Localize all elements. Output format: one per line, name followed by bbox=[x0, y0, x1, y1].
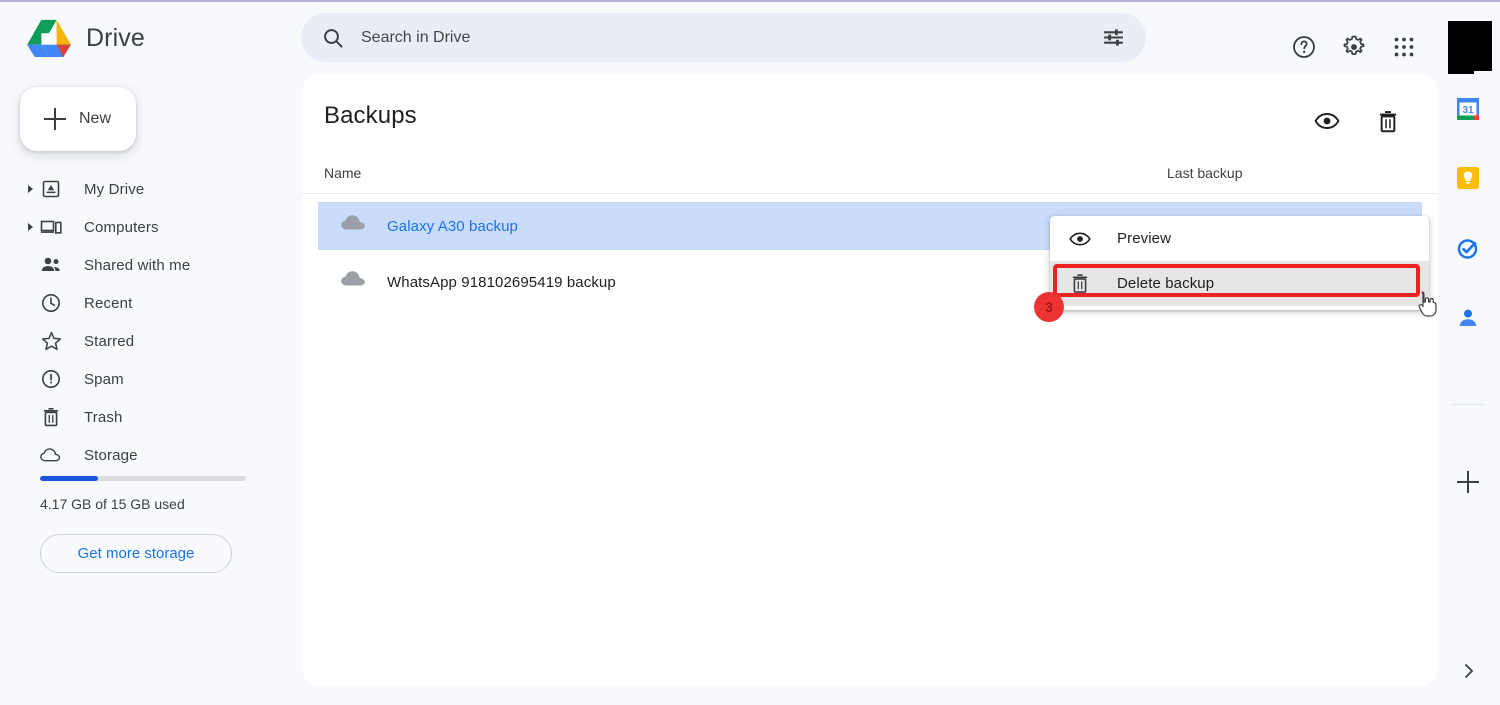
eye-icon bbox=[1069, 228, 1091, 250]
main-content-panel: Backups Name Last backup Galaxy A30 back… bbox=[302, 74, 1438, 686]
sidebar-label: Recent bbox=[84, 294, 133, 312]
chevron-right-icon[interactable] bbox=[1460, 662, 1478, 680]
sidebar-label: Spam bbox=[84, 370, 124, 388]
brand-title: Drive bbox=[86, 23, 145, 52]
google-contacts-icon[interactable] bbox=[1456, 306, 1480, 330]
annotation-step-badge: 3 bbox=[1034, 292, 1064, 322]
context-menu-label: Preview bbox=[1117, 230, 1172, 247]
sidebar-label: Computers bbox=[84, 218, 159, 236]
trash-icon bbox=[40, 406, 62, 428]
storage-bar-fill bbox=[40, 476, 98, 481]
get-more-storage-button[interactable]: Get more storage bbox=[40, 534, 232, 573]
column-header-last-backup: Last backup bbox=[1167, 165, 1243, 181]
settings-gear-icon[interactable] bbox=[1340, 33, 1368, 61]
drive-box-icon bbox=[40, 178, 62, 200]
panel-actions bbox=[1314, 108, 1401, 134]
header-divider bbox=[302, 193, 1438, 194]
google-tasks-icon[interactable] bbox=[1456, 237, 1480, 261]
exclamation-icon bbox=[40, 368, 62, 390]
right-side-rail: 31 bbox=[1438, 74, 1500, 705]
sidebar-item-storage[interactable]: Storage bbox=[0, 436, 300, 474]
google-drive-logo bbox=[27, 19, 71, 58]
context-menu-item-preview[interactable]: Preview bbox=[1050, 216, 1429, 261]
get-more-storage-label: Get more storage bbox=[77, 545, 195, 562]
sidebar-label: Shared with me bbox=[84, 256, 191, 274]
add-app-button[interactable] bbox=[1457, 471, 1479, 493]
drive-app-window: Drive New My Drive Computers Shared with… bbox=[0, 0, 1500, 705]
sidebar-item-starred[interactable]: Starred bbox=[0, 322, 300, 360]
avatar[interactable] bbox=[1448, 21, 1492, 79]
sidebar-label: My Drive bbox=[84, 180, 145, 198]
new-button-label: New bbox=[79, 110, 112, 127]
sidebar-label: Trash bbox=[84, 408, 123, 426]
storage-usage-text: 4.17 GB of 15 GB used bbox=[40, 496, 185, 512]
preview-eye-icon[interactable] bbox=[1314, 108, 1340, 134]
storage-bar-track bbox=[40, 476, 246, 481]
sidebar-item-my-drive[interactable]: My Drive bbox=[0, 170, 300, 208]
apps-grid-icon[interactable] bbox=[1390, 33, 1418, 61]
trash-icon bbox=[1069, 273, 1091, 295]
plus-icon bbox=[44, 108, 66, 130]
new-button[interactable]: New bbox=[20, 87, 136, 151]
clock-icon bbox=[40, 292, 62, 314]
column-header-name: Name bbox=[324, 165, 362, 181]
calendar-day-number: 31 bbox=[1462, 105, 1474, 116]
storage-progress-bar bbox=[40, 476, 246, 481]
context-menu: Preview Delete backup bbox=[1050, 216, 1429, 310]
sidebar-item-computers[interactable]: Computers bbox=[0, 208, 300, 246]
sidebar-item-trash[interactable]: Trash bbox=[0, 398, 300, 436]
computer-icon bbox=[40, 216, 62, 238]
sidebar-item-recent[interactable]: Recent bbox=[0, 284, 300, 322]
sidebar-label: Starred bbox=[84, 332, 135, 350]
people-icon bbox=[40, 254, 62, 276]
rail-divider bbox=[1452, 404, 1484, 405]
topbar-actions bbox=[1290, 21, 1492, 79]
context-menu-item-delete-backup[interactable]: Delete backup bbox=[1050, 261, 1429, 306]
cloud-icon bbox=[340, 268, 368, 296]
cloud-icon bbox=[40, 444, 62, 466]
file-name: WhatsApp 918102695419 backup bbox=[387, 273, 616, 291]
star-icon bbox=[40, 330, 62, 352]
sidebar-item-shared-with-me[interactable]: Shared with me bbox=[0, 246, 300, 284]
search-input[interactable]: Search in Drive bbox=[301, 13, 1146, 62]
file-name: Galaxy A30 backup bbox=[387, 217, 518, 235]
left-sidebar: Drive New My Drive Computers Shared with… bbox=[0, 2, 300, 705]
page-title: Backups bbox=[324, 102, 417, 129]
sidebar-item-spam[interactable]: Spam bbox=[0, 360, 300, 398]
delete-trash-icon[interactable] bbox=[1375, 108, 1401, 134]
tune-icon[interactable] bbox=[1101, 25, 1126, 50]
mouse-cursor bbox=[1415, 290, 1439, 318]
sidebar-label: Storage bbox=[84, 446, 138, 464]
search-icon bbox=[321, 26, 345, 50]
google-calendar-icon[interactable]: 31 bbox=[1456, 97, 1480, 121]
chevron-right-icon[interactable] bbox=[28, 185, 33, 193]
google-keep-icon[interactable] bbox=[1456, 166, 1480, 190]
cloud-icon bbox=[340, 212, 368, 240]
help-icon[interactable] bbox=[1290, 33, 1318, 61]
chevron-right-icon[interactable] bbox=[28, 223, 33, 231]
brand-header[interactable]: Drive bbox=[26, 18, 145, 58]
search-placeholder: Search in Drive bbox=[361, 28, 471, 46]
context-menu-label: Delete backup bbox=[1117, 275, 1215, 292]
sidebar-nav: My Drive Computers Shared with me Recent… bbox=[0, 170, 300, 474]
